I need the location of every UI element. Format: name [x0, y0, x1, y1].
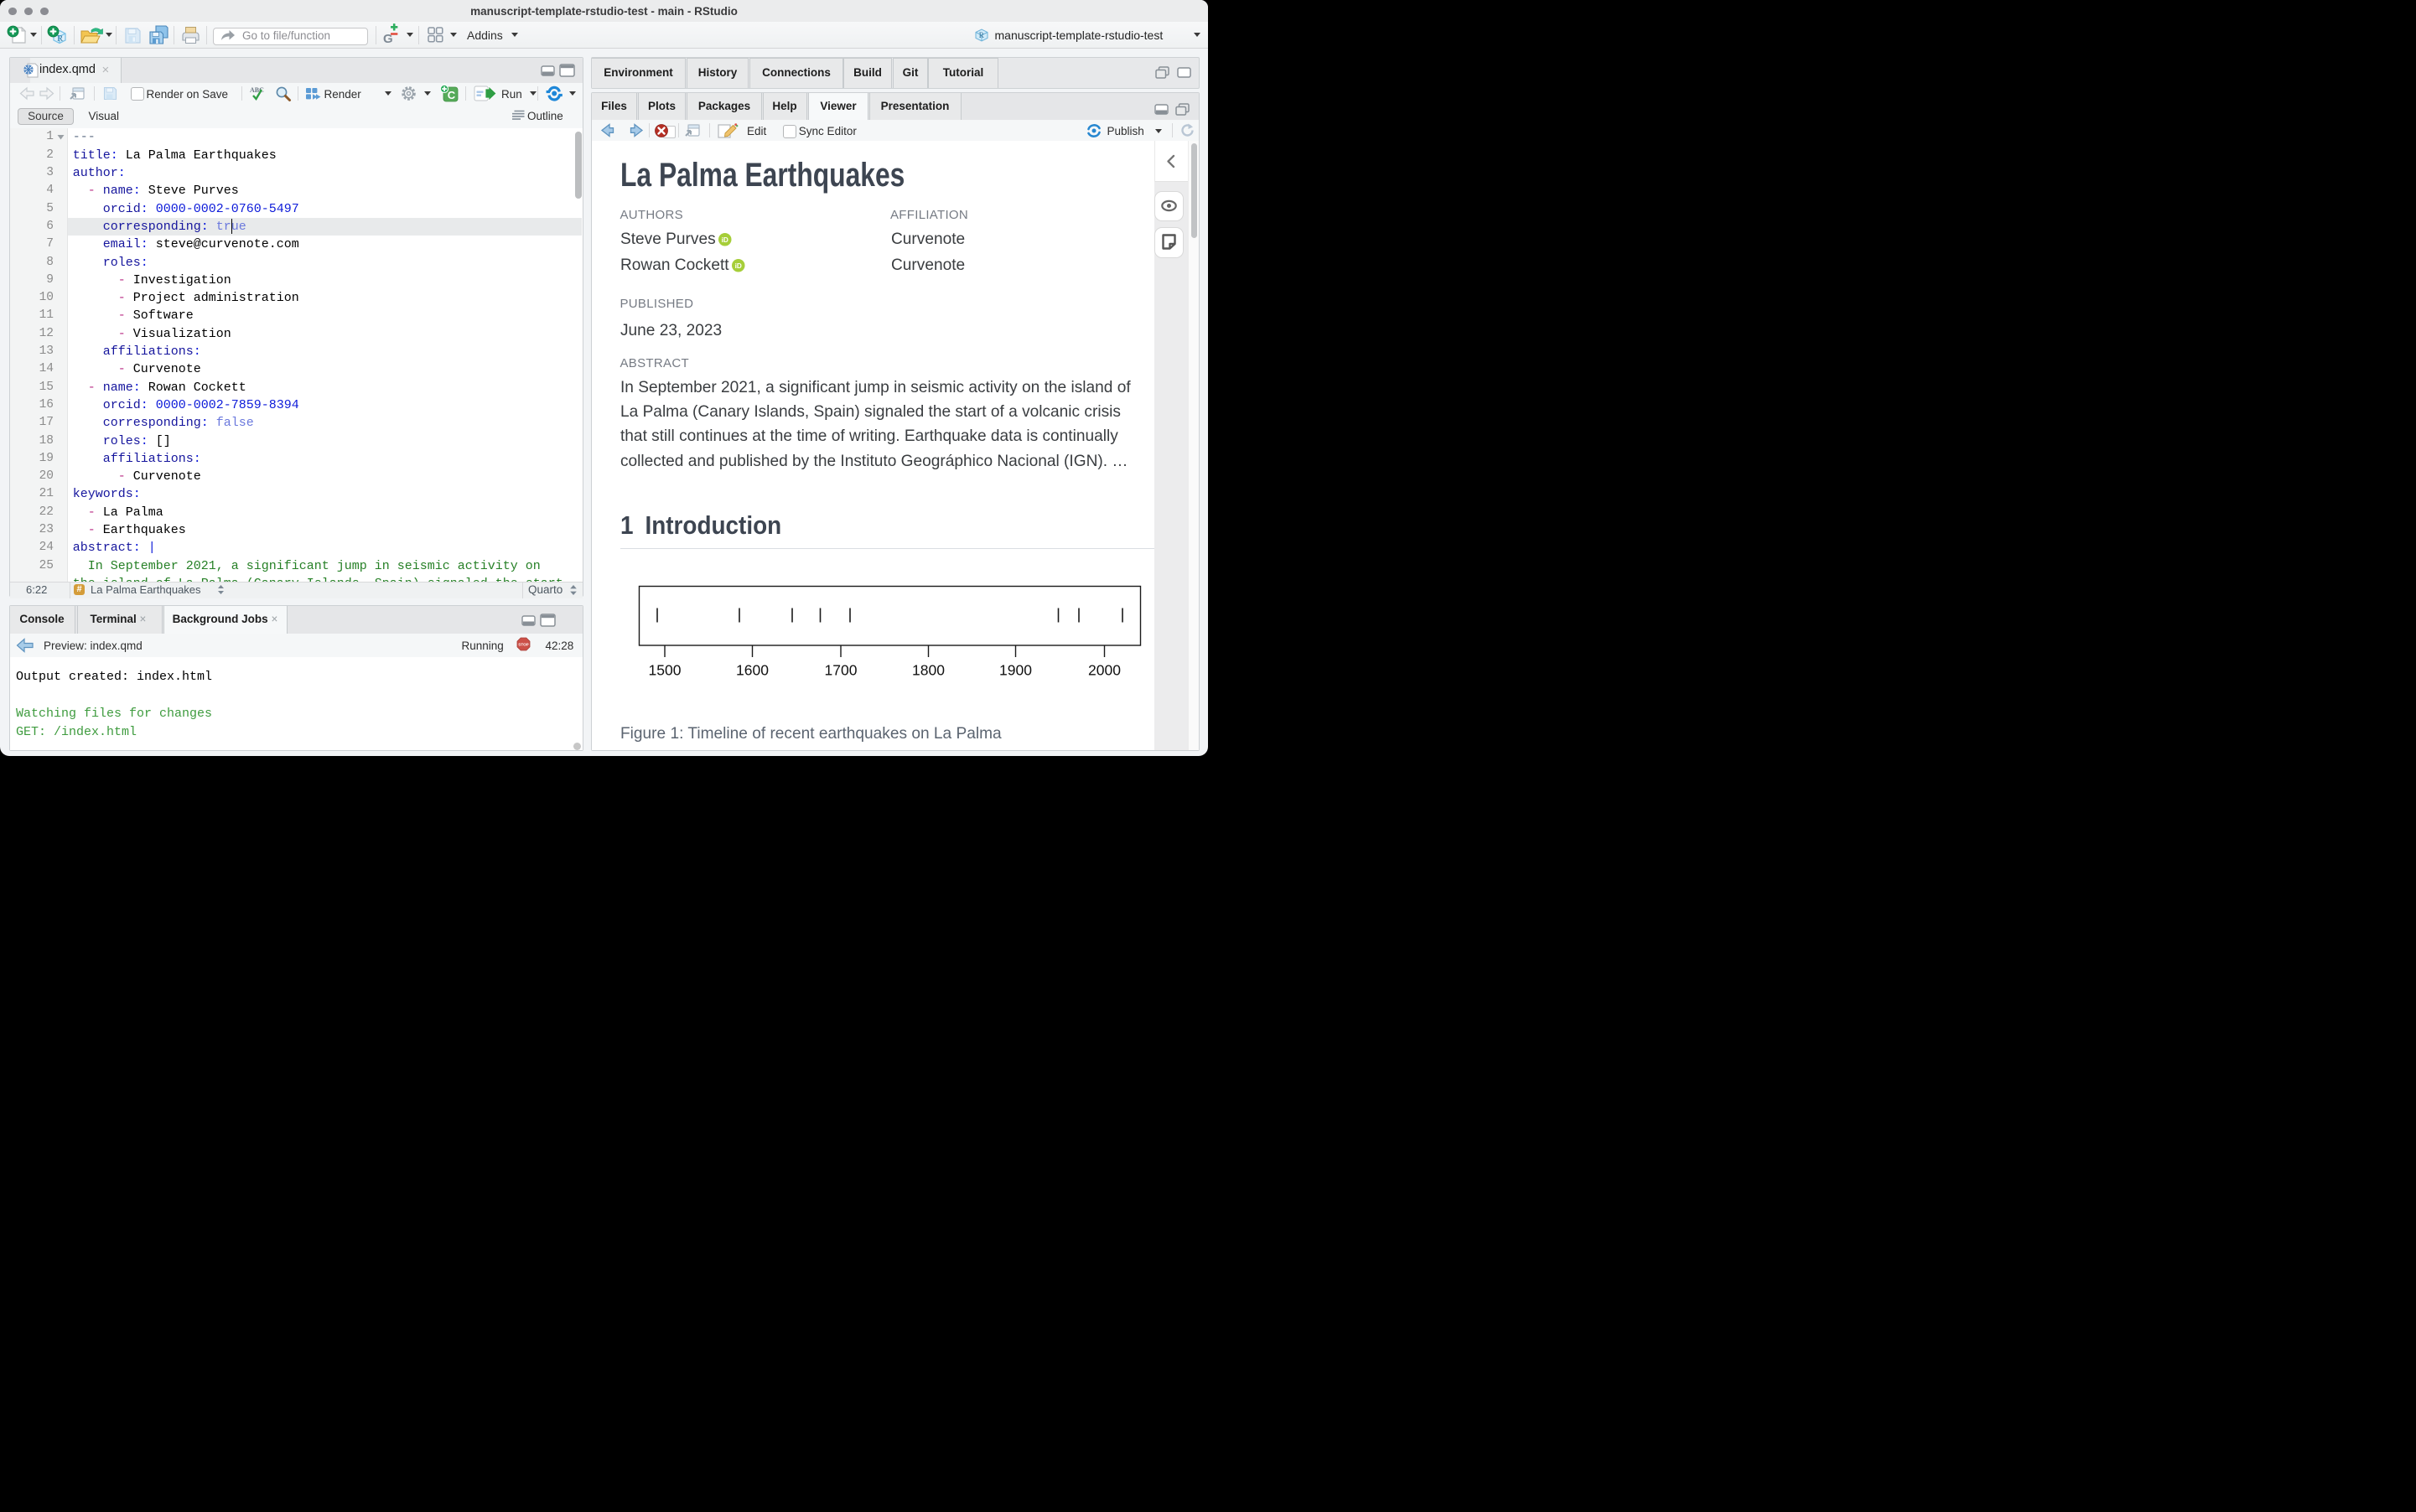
svg-text:iD: iD	[734, 261, 741, 269]
svg-text:1500: 1500	[649, 661, 682, 678]
svg-text:1800: 1800	[912, 661, 945, 678]
svg-text:C: C	[447, 89, 455, 101]
svg-text:R: R	[979, 31, 984, 39]
svg-text:1700: 1700	[825, 661, 858, 678]
svg-text:1600: 1600	[736, 661, 769, 678]
svg-text:1900: 1900	[999, 661, 1032, 678]
svg-text:2000: 2000	[1088, 661, 1121, 678]
svg-text:R: R	[57, 34, 64, 44]
svg-text:iD: iD	[721, 236, 728, 244]
svg-text:STOP: STOP	[518, 643, 528, 647]
